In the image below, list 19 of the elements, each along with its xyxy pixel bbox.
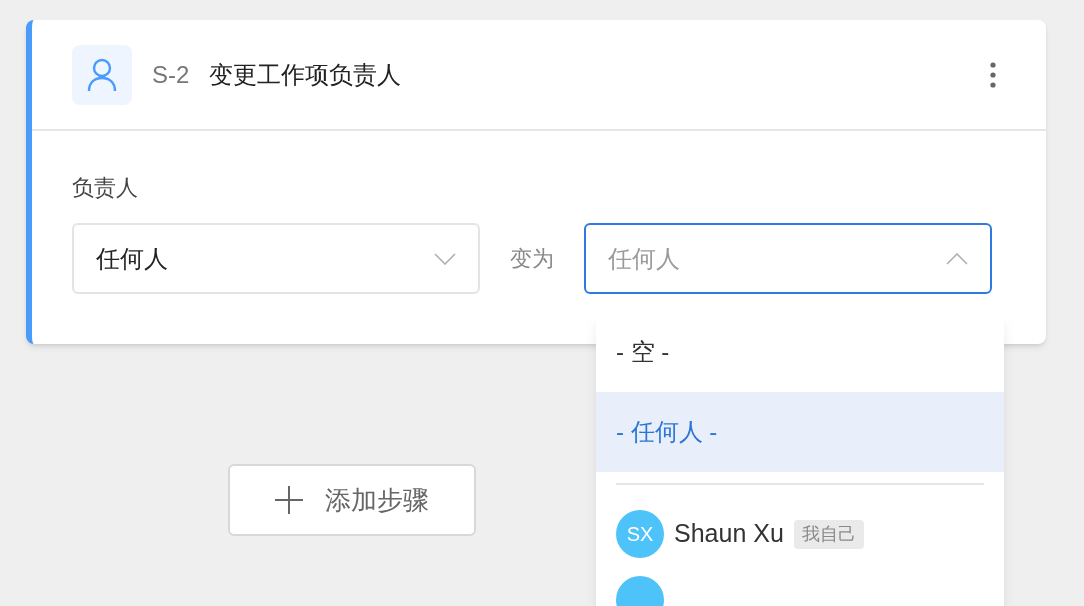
self-tag: 我自己 bbox=[793, 519, 864, 549]
more-icon[interactable] bbox=[990, 61, 996, 88]
select-placeholder: 任何人 bbox=[608, 243, 680, 274]
chevron-up-icon bbox=[946, 252, 968, 265]
user-icon bbox=[72, 44, 132, 105]
user-option[interactable]: SX Shaun Xu 我自己 bbox=[596, 496, 1004, 572]
select-field[interactable]: 任何人 bbox=[72, 223, 480, 294]
chevron-down-icon bbox=[434, 252, 456, 265]
avatar: SX bbox=[616, 510, 664, 558]
field-label: 负责人 bbox=[72, 177, 139, 199]
step-id: S-2 bbox=[152, 59, 190, 90]
add-step-button[interactable]: 添加步骤 bbox=[228, 464, 476, 536]
plus-icon bbox=[275, 486, 303, 514]
step-title: 变更工作项负责人 bbox=[209, 59, 402, 90]
user-name: Shaun Xu bbox=[674, 518, 784, 550]
select-value: 任何人 bbox=[96, 243, 168, 274]
dropdown-option[interactable]: - 任何人 - bbox=[596, 392, 1004, 472]
connector-label: 变为 bbox=[510, 245, 554, 273]
dropdown-option[interactable]: - 空 - bbox=[596, 312, 1004, 392]
